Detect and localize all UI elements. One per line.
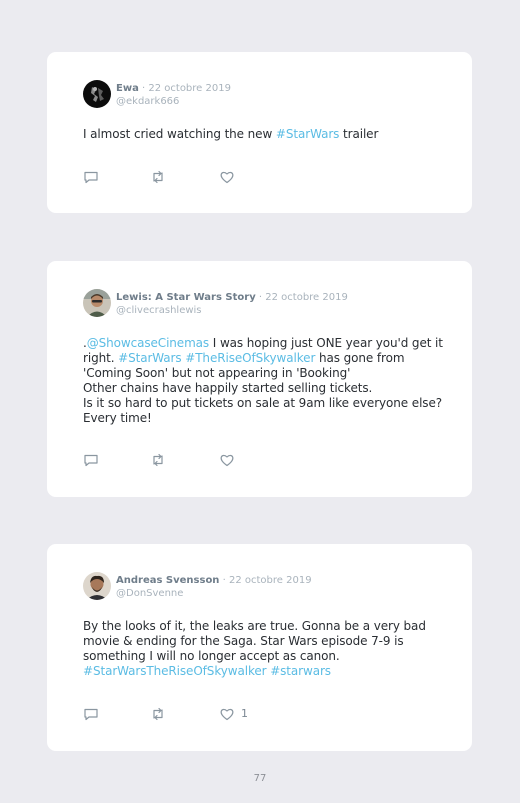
- user-handle[interactable]: @clivecrashlewis: [116, 304, 348, 317]
- tweet-header: Ewa · 22 octobre 2019 @ekdark666: [116, 82, 231, 108]
- like-icon[interactable]: [219, 169, 235, 185]
- avatar[interactable]: [83, 80, 111, 108]
- like-count: 1: [241, 707, 248, 720]
- tweet-card: Andreas Svensson · 22 octobre 2019 @DonS…: [47, 544, 472, 751]
- user-name[interactable]: Lewis: A Star Wars Story: [116, 292, 256, 303]
- tweet-text: I almost cried watching the new #StarWar…: [83, 127, 453, 142]
- mention-link[interactable]: @ShowcaseCinemas: [87, 336, 209, 350]
- hashtag-link[interactable]: #StarWarsTheRiseOfSkywalker: [83, 664, 267, 678]
- like-icon[interactable]: [219, 452, 235, 468]
- text-line: Is it so hard to put tickets on sale at …: [83, 396, 443, 425]
- text-segment: I almost cried watching the new: [83, 127, 276, 141]
- user-handle[interactable]: @ekdark666: [116, 95, 231, 108]
- tweet-date: · 22 octobre 2019: [142, 83, 231, 94]
- tweet-date: · 22 octobre 2019: [222, 575, 312, 586]
- hashtag-link[interactable]: #TheRiseOfSkywalker: [185, 351, 315, 365]
- text-line: By the looks of it, the leaks are true. …: [83, 619, 426, 663]
- retweet-icon[interactable]: [150, 452, 166, 468]
- like-icon[interactable]: [219, 706, 235, 722]
- page-number: 77: [253, 773, 267, 784]
- reply-icon[interactable]: [83, 706, 99, 722]
- avatar[interactable]: [83, 289, 111, 317]
- reply-icon[interactable]: [83, 452, 99, 468]
- tweet-date: · 22 octobre 2019: [258, 292, 348, 303]
- text-segment: trailer: [339, 127, 379, 141]
- tweet-card: Ewa · 22 octobre 2019 @ekdark666 I almos…: [47, 52, 472, 213]
- text-line: Other chains have happily started sellin…: [83, 381, 373, 395]
- user-name[interactable]: Ewa: [116, 83, 139, 94]
- tweet-text: .@ShowcaseCinemas I was hoping just ONE …: [83, 336, 453, 426]
- retweet-icon[interactable]: [150, 169, 166, 185]
- tweet-header: Lewis: A Star Wars Story · 22 octobre 20…: [116, 291, 348, 317]
- tweet-text: By the looks of it, the leaks are true. …: [83, 619, 453, 679]
- hashtag-link[interactable]: #StarWars: [118, 351, 182, 365]
- reply-icon[interactable]: [83, 169, 99, 185]
- user-handle[interactable]: @DonSvenne: [116, 587, 312, 600]
- user-name[interactable]: Andreas Svensson: [116, 575, 219, 586]
- hashtag-link[interactable]: #starwars: [270, 664, 331, 678]
- tweet-card: Lewis: A Star Wars Story · 22 octobre 20…: [47, 261, 472, 497]
- avatar[interactable]: [83, 572, 111, 600]
- tweet-header: Andreas Svensson · 22 octobre 2019 @DonS…: [116, 574, 312, 600]
- hashtag-link[interactable]: #StarWars: [276, 127, 340, 141]
- retweet-icon[interactable]: [150, 706, 166, 722]
